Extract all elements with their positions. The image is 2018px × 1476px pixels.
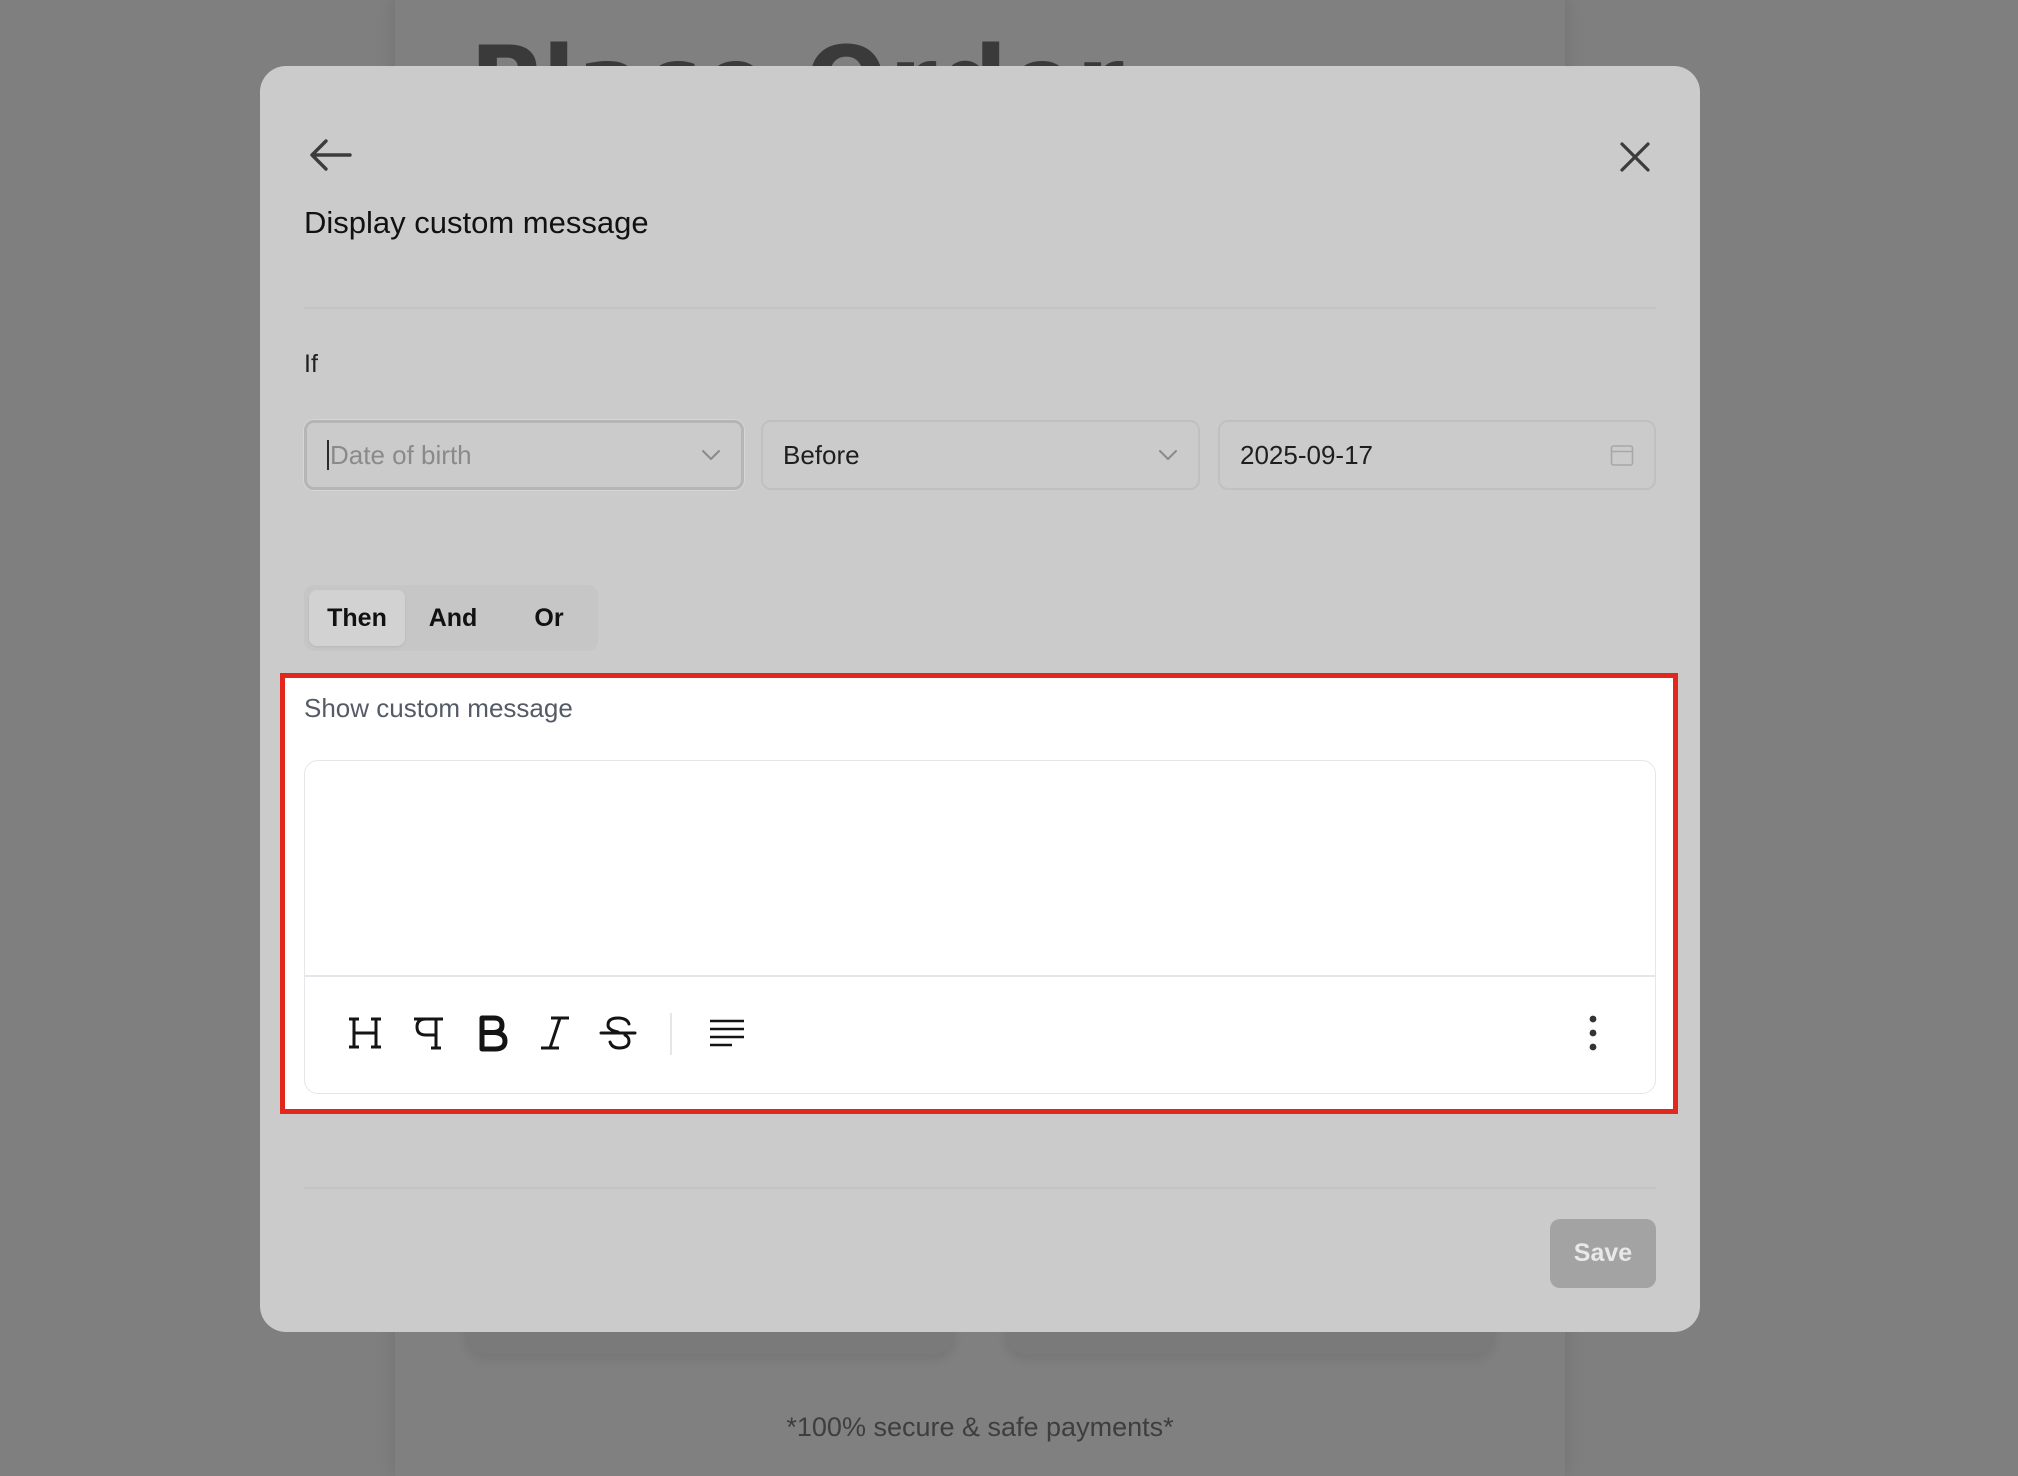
background-footer-text: *100% secure & safe payments*	[786, 1412, 1174, 1442]
action-label: Show custom message	[304, 693, 573, 723]
strikethrough-icon	[599, 1016, 637, 1050]
paragraph-icon	[414, 1017, 443, 1050]
background-page-title: Place Order	[470, 22, 1126, 66]
align-button[interactable]	[702, 1005, 752, 1061]
chevron-down-icon	[1159, 450, 1177, 460]
condition-label: If	[304, 350, 318, 378]
more-options-button[interactable]	[1568, 1005, 1618, 1061]
condition-date-input[interactable]: 2025-09-17	[1218, 420, 1656, 490]
message-editor-input[interactable]	[305, 761, 1655, 975]
close-button[interactable]	[1610, 132, 1660, 182]
italic-icon	[541, 1016, 569, 1050]
tab-then[interactable]: Then	[309, 590, 405, 646]
tab-and[interactable]: And	[405, 590, 501, 646]
paragraph-button[interactable]	[403, 1005, 453, 1061]
modal-title: Display custom message	[304, 205, 649, 240]
chevron-down-icon	[702, 450, 720, 460]
heading-button[interactable]	[340, 1005, 390, 1061]
divider	[304, 307, 1656, 309]
editor-divider	[305, 975, 1655, 977]
logic-tabs: Then And Or	[304, 585, 598, 651]
toolbar-separator	[670, 1013, 672, 1055]
back-button[interactable]	[303, 130, 357, 180]
condition-date-value: 2025-09-17	[1240, 439, 1373, 470]
strikethrough-button[interactable]	[593, 1005, 643, 1061]
arrow-left-icon	[310, 139, 352, 171]
save-button[interactable]: Save	[1550, 1219, 1656, 1288]
condition-operator-value: Before	[783, 439, 860, 470]
rich-text-editor	[304, 760, 1656, 1094]
more-vertical-icon	[1589, 1015, 1597, 1051]
divider	[304, 1187, 1656, 1189]
close-icon	[1620, 142, 1650, 172]
heading-icon	[349, 1017, 381, 1049]
bold-icon	[479, 1015, 508, 1052]
calendar-icon	[1610, 445, 1634, 466]
tab-or[interactable]: Or	[501, 590, 597, 646]
text-caret	[327, 440, 329, 470]
align-left-icon	[710, 1019, 744, 1047]
italic-button[interactable]	[530, 1005, 580, 1061]
condition-field-select[interactable]: Date of birth	[304, 420, 744, 490]
bold-button[interactable]	[467, 1005, 517, 1061]
condition-operator-select[interactable]: Before	[761, 420, 1200, 490]
condition-field-placeholder: Date of birth	[330, 439, 472, 470]
